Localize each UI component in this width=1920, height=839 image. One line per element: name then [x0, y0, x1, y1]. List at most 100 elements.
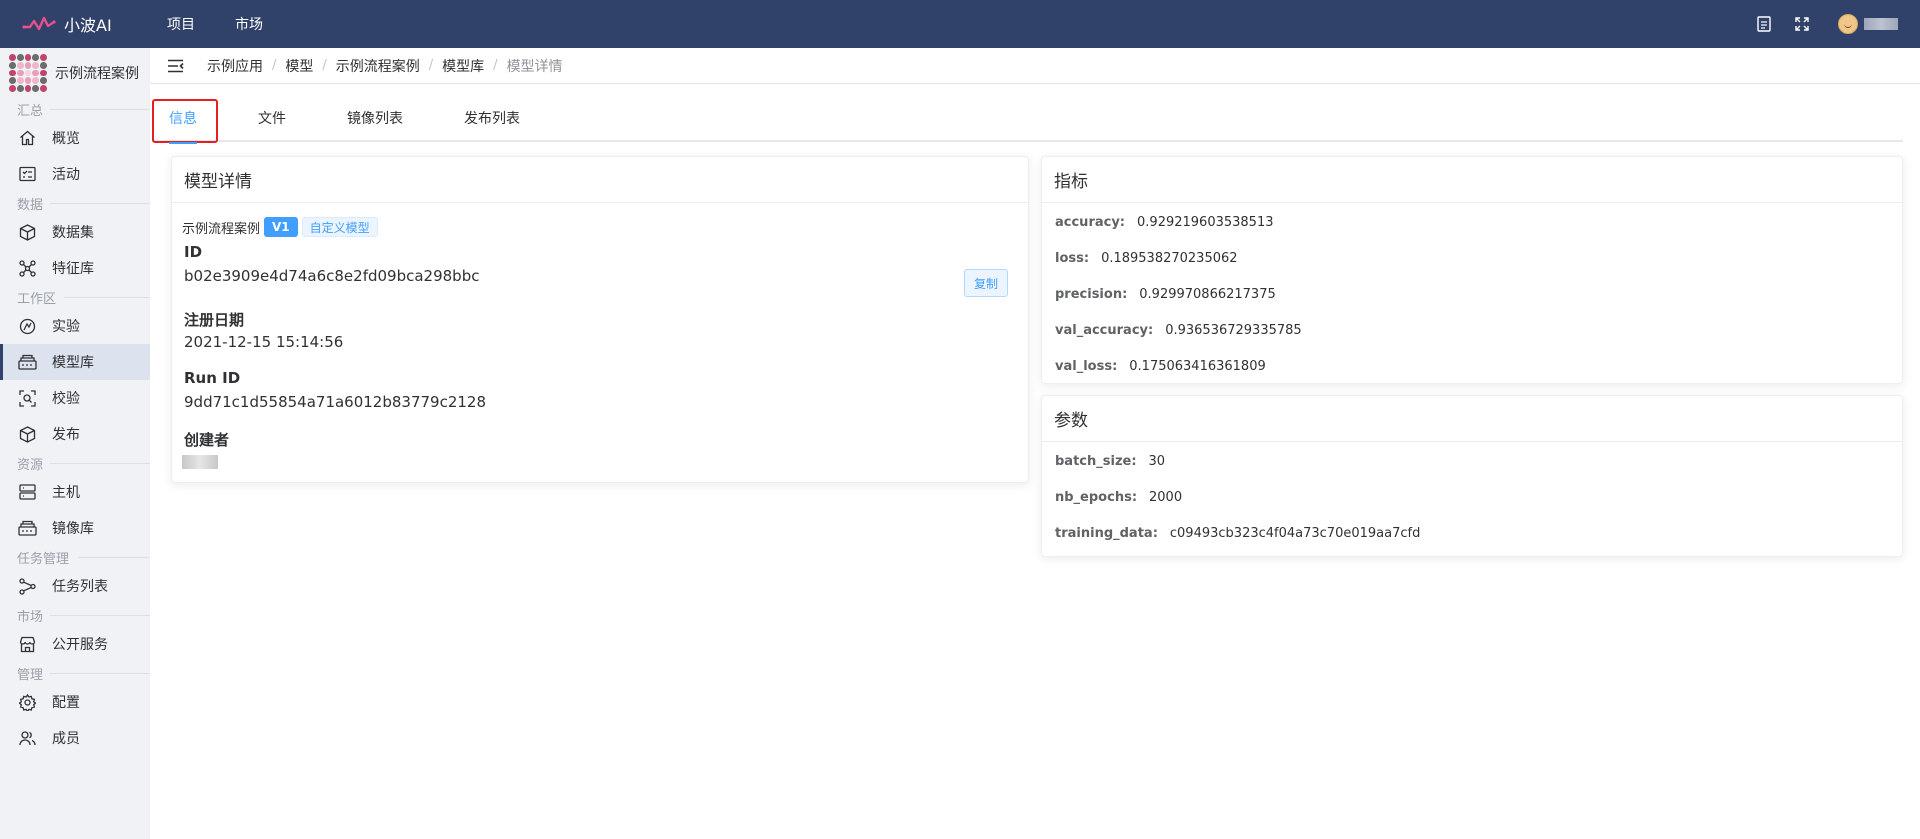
metric-row: val_accuracy: 0.936536729335785 — [1055, 323, 1302, 338]
card-title: 指标 — [1042, 157, 1902, 203]
section-management: 管理 — [0, 662, 150, 684]
sidebar-item-label: 数据集 — [52, 225, 94, 241]
top-right-tools — [1754, 0, 1920, 48]
tab-files[interactable]: 文件 — [238, 108, 306, 142]
home-icon — [17, 128, 37, 148]
param-row: nb_epochs: 2000 — [1055, 490, 1183, 505]
breadcrumb-item[interactable]: 模型 — [285, 56, 313, 76]
project-logo-icon — [9, 54, 47, 92]
param-row: training_data: c09493cb323c4f04a73c70e019… — [1055, 526, 1421, 541]
project-name: 示例流程案例 — [55, 66, 139, 82]
creator-redacted — [182, 455, 218, 469]
brand-logo[interactable]: 小波AI — [22, 12, 137, 36]
sidebar-item-label: 实验 — [52, 319, 80, 335]
avatar — [1838, 14, 1858, 34]
sidebar: 示例流程案例 汇总 概览 活动 数据 数据集 特征库 工作区 实验 模型库 校验… — [0, 48, 150, 839]
section-data: 数据 — [0, 192, 150, 214]
model-tags: 示例流程案例 V1 自定义模型 — [182, 217, 378, 237]
sidebar-item-label: 配置 — [52, 695, 80, 711]
members-icon — [17, 728, 37, 748]
creator-label: 创建者 — [184, 431, 230, 449]
publish-icon — [17, 424, 37, 444]
section-summary: 汇总 — [0, 98, 150, 120]
metrics-card: 指标 accuracy: 0.929219603538513 loss: 0.189… — [1041, 156, 1903, 384]
server-icon — [17, 482, 37, 502]
graph-icon — [17, 258, 37, 278]
sidebar-item-label: 活动 — [52, 167, 80, 183]
activity-icon — [17, 164, 37, 184]
id-value: b02e3909e4d74a6c8e2fd09bca298bbc — [184, 267, 480, 285]
sidebar-item-settings[interactable]: 配置 — [0, 684, 150, 720]
username-redacted — [1864, 18, 1898, 30]
sidebar-item-experiments[interactable]: 实验 — [0, 308, 150, 344]
top-bar: 小波AI 项目 市场 — [0, 0, 1920, 48]
document-icon[interactable] — [1754, 14, 1774, 34]
model-name: 示例流程案例 — [182, 221, 261, 237]
register-date-label: 注册日期 — [184, 311, 245, 329]
breadcrumb-item[interactable]: 示例流程案例 — [336, 56, 420, 76]
sidebar-item-publish[interactable]: 发布 — [0, 416, 150, 452]
run-id-value: 9dd71c1d55854a71a6012b83779c2128 — [184, 393, 487, 411]
menu-toggle-icon[interactable] — [167, 57, 185, 75]
sidebar-item-label: 任务列表 — [52, 579, 108, 595]
sidebar-item-label: 特征库 — [52, 261, 94, 277]
breadcrumb-current: 模型详情 — [506, 58, 563, 75]
breadcrumb: 示例应用 / 模型 / 示例流程案例 / 模型库 / 模型详情 — [207, 56, 563, 76]
fullscreen-icon[interactable] — [1792, 14, 1812, 34]
sidebar-item-label: 模型库 — [52, 355, 94, 371]
sidebar-item-datasets[interactable]: 数据集 — [0, 214, 150, 250]
sidebar-item-members[interactable]: 成员 — [0, 720, 150, 756]
tab-images[interactable]: 镜像列表 — [327, 108, 423, 142]
register-date-value: 2021-12-15 15:14:56 — [184, 333, 344, 351]
metric-row: precision: 0.929970866217375 — [1055, 287, 1276, 302]
image-repo-icon — [17, 518, 37, 538]
sidebar-item-features[interactable]: 特征库 — [0, 250, 150, 286]
tab-releases[interactable]: 发布列表 — [444, 108, 540, 142]
sidebar-item-task-list[interactable]: 任务列表 — [0, 568, 150, 604]
sidebar-item-label: 校验 — [52, 391, 80, 407]
metric-row: val_loss: 0.175063416361809 — [1055, 359, 1266, 374]
model-detail-card: 模型详情 示例流程案例 V1 自定义模型 ID b02e3909e4d74a6c… — [171, 156, 1029, 483]
id-label: ID — [184, 243, 203, 261]
sidebar-item-image-repo[interactable]: 镜像库 — [0, 510, 150, 546]
version-badge: V1 — [264, 217, 298, 237]
user-menu[interactable] — [1838, 14, 1898, 34]
sidebar-item-overview[interactable]: 概览 — [0, 120, 150, 156]
task-list-icon — [17, 576, 37, 596]
model-type-badge: 自定义模型 — [301, 217, 378, 237]
cube-icon — [17, 222, 37, 242]
section-market: 市场 — [0, 604, 150, 626]
sidebar-item-label: 概览 — [52, 131, 80, 147]
sidebar-item-activity[interactable]: 活动 — [0, 156, 150, 192]
metric-row: loss: 0.189538270235062 — [1055, 251, 1238, 266]
copy-button[interactable]: 复制 — [964, 269, 1008, 297]
store-icon — [17, 634, 37, 654]
topnav-market[interactable]: 市场 — [235, 14, 263, 34]
sidebar-item-public-services[interactable]: 公开服务 — [0, 626, 150, 662]
sidebar-item-validation[interactable]: 校验 — [0, 380, 150, 416]
param-row: batch_size: 30 — [1055, 454, 1166, 469]
project-header[interactable]: 示例流程案例 — [0, 48, 150, 98]
params-card: 参数 batch_size: 30 nb_epochs: 2000 training… — [1041, 395, 1903, 557]
sidebar-item-model-registry[interactable]: 模型库 — [0, 344, 150, 380]
card-title: 参数 — [1042, 396, 1902, 442]
breadcrumb-item[interactable]: 示例应用 — [207, 56, 263, 76]
sidebar-item-label: 主机 — [52, 485, 80, 501]
sidebar-item-label: 发布 — [52, 427, 80, 443]
experiment-icon — [17, 316, 37, 336]
card-title: 模型详情 — [172, 157, 1028, 203]
app-name: 小波AI — [64, 16, 112, 35]
breadcrumb-bar: 示例应用 / 模型 / 示例流程案例 / 模型库 / 模型详情 — [150, 48, 1920, 84]
main-content: 示例应用 / 模型 / 示例流程案例 / 模型库 / 模型详情 信息 文件 镜像… — [150, 48, 1920, 839]
section-resources: 资源 — [0, 452, 150, 474]
breadcrumb-item[interactable]: 模型库 — [442, 56, 484, 76]
sidebar-item-label: 成员 — [52, 731, 80, 747]
metric-row: accuracy: 0.929219603538513 — [1055, 215, 1274, 230]
sidebar-item-hosts[interactable]: 主机 — [0, 474, 150, 510]
detail-tabs: 信息 文件 镜像列表 发布列表 — [152, 99, 1903, 144]
tab-info[interactable]: 信息 — [152, 99, 218, 144]
run-id-label: Run ID — [184, 369, 241, 387]
gear-icon — [17, 692, 37, 712]
topnav-projects[interactable]: 项目 — [167, 14, 195, 34]
model-icon — [17, 352, 37, 372]
